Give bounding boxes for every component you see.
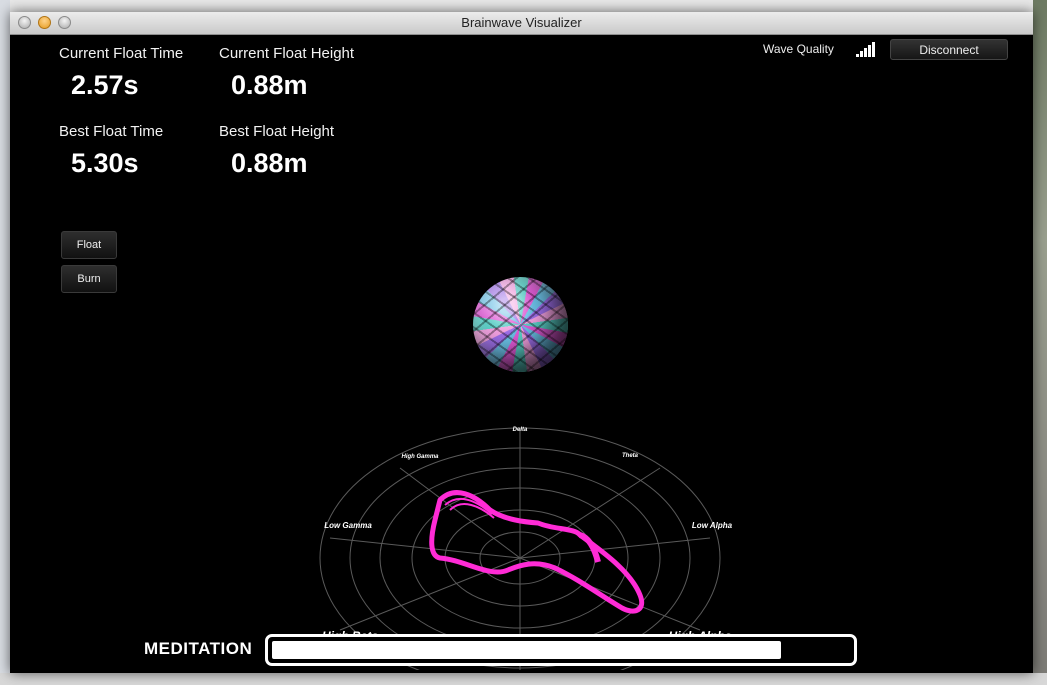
radar-label-theta: Theta	[622, 453, 639, 459]
current-float-height-label: Current Float Height	[219, 45, 355, 62]
best-float-height-stat: Best Float Height 0.88m	[219, 123, 334, 179]
window-title: Brainwave Visualizer	[461, 15, 582, 30]
meditation-bar	[265, 634, 857, 666]
disconnect-button[interactable]: Disconnect	[890, 39, 1008, 60]
wave-quality-label: Wave Quality	[763, 42, 834, 56]
title-bar: Brainwave Visualizer	[10, 12, 1033, 35]
float-button[interactable]: Float	[61, 231, 117, 259]
desktop-left-strip	[0, 0, 10, 685]
meditation-label: MEDITATION	[144, 639, 253, 658]
best-float-time-label: Best Float Time	[59, 123, 164, 140]
radar-label-high-gamma: High Gamma	[401, 454, 439, 460]
best-float-height-value: 0.88m	[231, 148, 308, 178]
current-float-height-value: 0.88m	[231, 70, 308, 100]
radar-label-low-gamma: Low Gamma	[324, 521, 372, 530]
desktop-right-strip	[1033, 0, 1047, 685]
current-float-time-value: 2.57s	[71, 70, 139, 100]
current-float-height-stat: Current Float Height 0.88m	[219, 45, 354, 101]
burn-button[interactable]: Burn	[61, 265, 117, 293]
app-window: Brainwave Visualizer Current Float Time …	[10, 12, 1033, 673]
meditation-bar-fill	[272, 641, 781, 659]
current-float-time-stat: Current Float Time 2.57s	[59, 45, 183, 101]
current-float-time-label: Current Float Time	[59, 45, 184, 62]
radar-label-delta: Delta	[513, 427, 528, 433]
brainwave-radar-chart: Delta Theta High Gamma Low Gamma Low Alp…	[319, 427, 733, 670]
signal-strength-icon	[856, 41, 876, 57]
main-content: Current Float Time 2.57s Current Float H…	[10, 35, 1033, 673]
best-float-time-value: 5.30s	[71, 148, 139, 178]
best-float-time-stat: Best Float Time 5.30s	[59, 123, 163, 179]
brainwave-orb	[473, 277, 568, 372]
desktop-bottom-strip	[0, 673, 1047, 685]
radar-label-low-alpha: Low Alpha	[692, 521, 733, 530]
best-float-height-label: Best Float Height	[219, 123, 335, 140]
